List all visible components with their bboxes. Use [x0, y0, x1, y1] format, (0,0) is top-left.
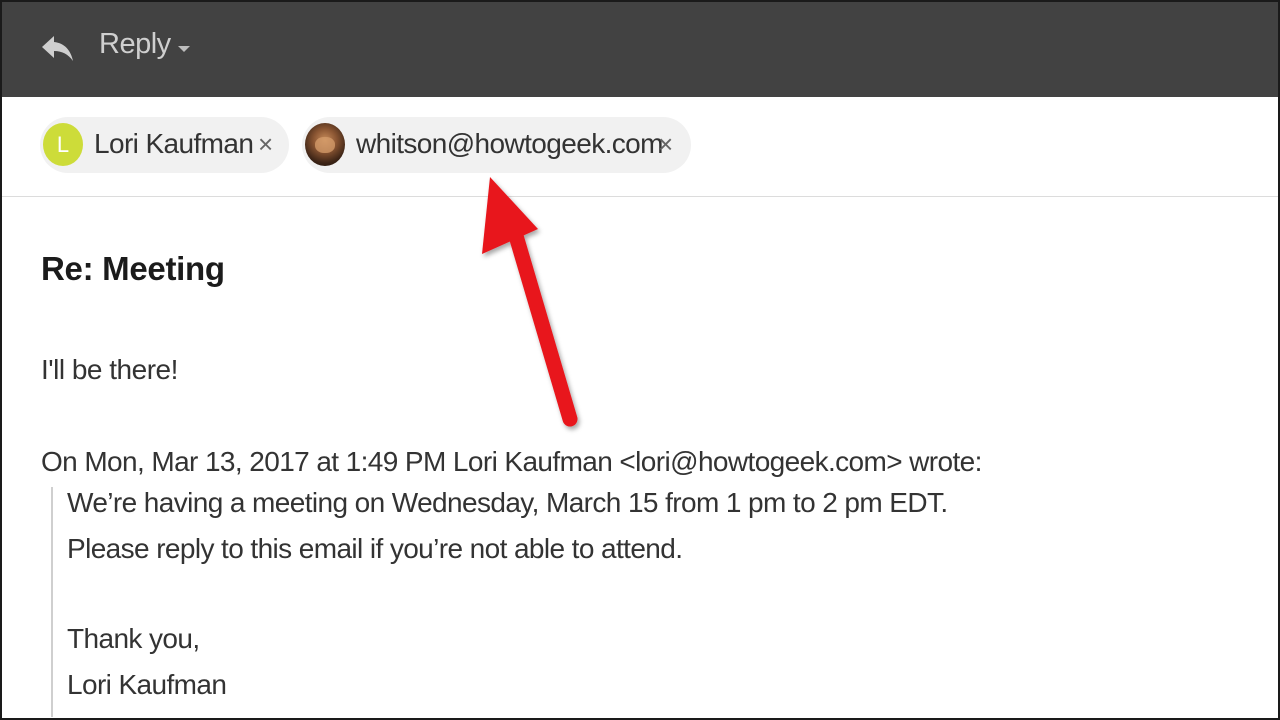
avatar: L [43, 123, 83, 166]
email-reply-window: Reply L Lori Kaufman × whitson@howtogeek… [0, 0, 1280, 720]
reply-toolbar: Reply [2, 2, 1278, 97]
quoted-message: We’re having a meeting on Wednesday, Mar… [51, 487, 1151, 717]
reply-arrow-icon[interactable] [40, 30, 76, 66]
annotation-arrow-icon [482, 177, 578, 427]
reply-message[interactable]: I'll be there! [41, 354, 178, 386]
quoted-line: We’re having a meeting on Wednesday, Mar… [67, 487, 948, 518]
caret-down-icon[interactable] [178, 46, 190, 52]
recipient-name: whitson@howtogeek.com [356, 128, 663, 159]
close-icon[interactable]: × [258, 129, 273, 159]
email-subject: Re: Meeting [41, 250, 225, 287]
recipient-name: Lori Kaufman [94, 128, 254, 159]
avatar [305, 123, 345, 166]
close-icon[interactable]: × [658, 129, 673, 159]
recipients-field[interactable]: L Lori Kaufman × whitson@howtogeek.com × [2, 97, 1278, 197]
quoted-line: Thank you, [67, 623, 200, 654]
email-body[interactable]: Re: Meeting I'll be there! On Mon, Mar 1… [2, 198, 1278, 718]
recipient-chip-whitson[interactable]: whitson@howtogeek.com × [302, 117, 691, 173]
quoted-line: Lori Kaufman [67, 669, 227, 700]
recipient-chip-lori[interactable]: L Lori Kaufman × [40, 117, 289, 173]
reply-type-label[interactable]: Reply [99, 28, 171, 61]
quoted-line: Please reply to this email if you’re not… [67, 533, 683, 564]
quote-attribution: On Mon, Mar 13, 2017 at 1:49 PM Lori Kau… [41, 446, 982, 477]
